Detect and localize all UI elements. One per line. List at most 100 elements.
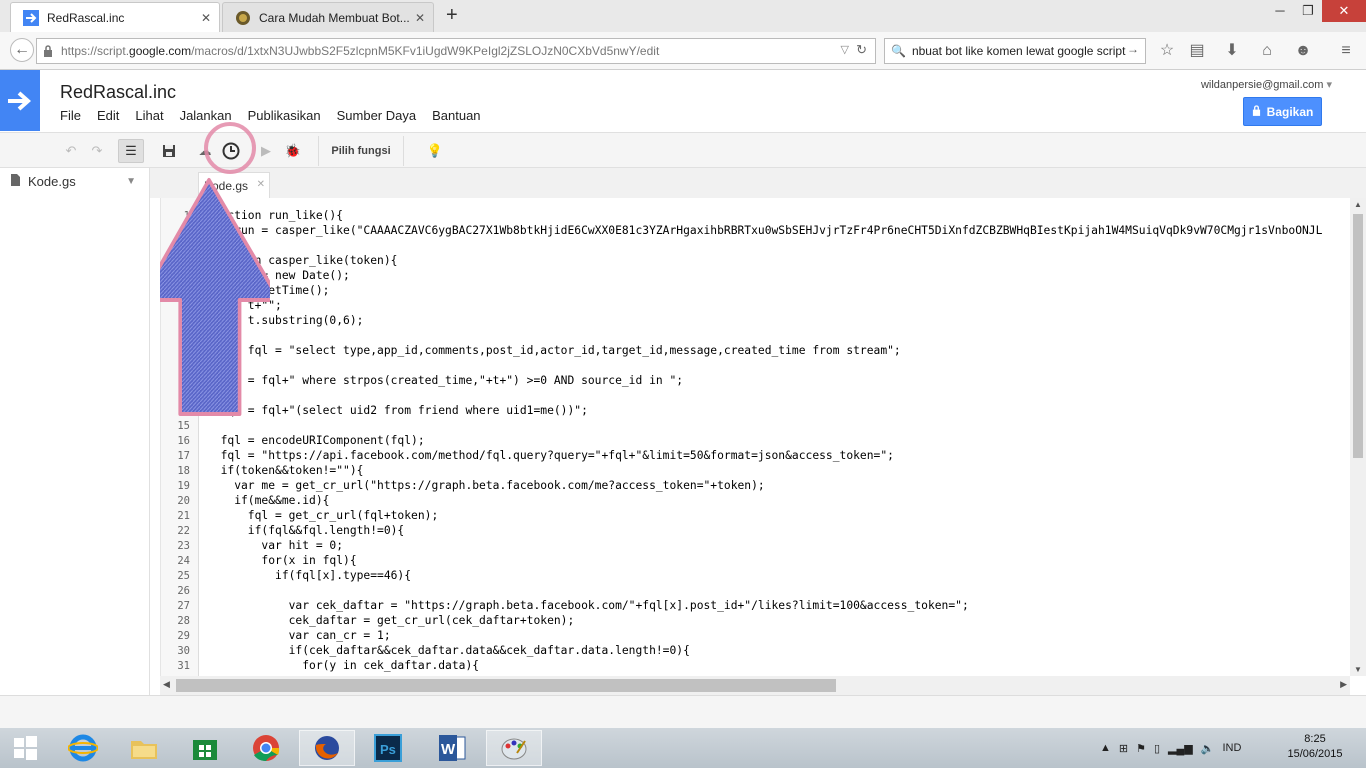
- code-line[interactable]: fql = encodeURIComponent(fql);: [207, 434, 425, 447]
- store-icon[interactable]: [177, 730, 233, 766]
- code-line[interactable]: t = t+"";: [207, 299, 282, 312]
- reload-icon[interactable]: ↻: [856, 42, 867, 58]
- sidebar-file-item[interactable]: Kode.gs ▼: [10, 174, 140, 189]
- redo-icon[interactable]: ↷: [86, 139, 108, 163]
- scroll-down-icon[interactable]: ▼: [1354, 665, 1362, 674]
- code-line[interactable]: t = t.getTime();: [207, 284, 330, 297]
- paint-icon[interactable]: [486, 730, 542, 766]
- bookmark-star-icon[interactable]: ☆: [1157, 41, 1177, 61]
- dropdown-arrow-icon[interactable]: ▽: [841, 43, 849, 56]
- back-arrow-icon[interactable]: ←: [10, 38, 34, 62]
- chrome-icon[interactable]: [238, 730, 294, 766]
- cloud-deploy-icon[interactable]: ☁: [194, 139, 216, 163]
- minimize-icon[interactable]: ─: [1266, 0, 1294, 22]
- code-line[interactable]: if(cek_daftar&&cek_daftar.data&&cek_daft…: [207, 644, 690, 657]
- network-icon[interactable]: ▂▄▆: [1168, 742, 1193, 755]
- home-icon[interactable]: ⌂: [1257, 41, 1277, 61]
- code-line[interactable]: var cek_daftar = "https://graph.beta.fac…: [207, 599, 969, 612]
- menu-file[interactable]: File: [60, 108, 81, 123]
- photoshop-icon[interactable]: Ps: [360, 730, 416, 766]
- code-line[interactable]: var hit = 0;: [207, 539, 343, 552]
- scroll-left-icon[interactable]: ◀: [163, 679, 170, 690]
- undo-icon[interactable]: ↶: [60, 139, 82, 163]
- horizontal-scrollbar[interactable]: ◀ ▶: [160, 676, 1350, 695]
- reading-list-icon[interactable]: ▤: [1187, 41, 1207, 61]
- code-line[interactable]: fql = "https://api.facebook.com/method/f…: [207, 449, 894, 462]
- debug-bug-icon[interactable]: 🐞: [282, 139, 304, 163]
- line-number: 8: [183, 315, 190, 327]
- code-line[interactable]: cek_daftar = get_cr_url(cek_daftar+token…: [207, 614, 575, 627]
- account-email[interactable]: wildanpersie@gmail.com ▾: [1201, 78, 1332, 91]
- search-bar[interactable]: 🔍 nbuat bot like komen lewat google scri…: [884, 38, 1146, 64]
- share-button[interactable]: Bagikan: [1243, 97, 1322, 126]
- start-button[interactable]: [0, 730, 50, 766]
- save-icon[interactable]: [158, 139, 180, 163]
- menu-help[interactable]: Bantuan: [432, 108, 480, 123]
- code-line[interactable]: for(y in cek_daftar.data){: [207, 659, 479, 672]
- code-line[interactable]: var me = get_cr_url("https://graph.beta.…: [207, 479, 765, 492]
- code-line[interactable]: function casper_like(token){: [207, 254, 397, 267]
- input-language[interactable]: IND: [1222, 742, 1241, 754]
- scroll-up-icon[interactable]: ▲: [1354, 200, 1362, 209]
- download-icon[interactable]: ⬇: [1222, 41, 1242, 61]
- code-line[interactable]: var t = new Date();: [207, 269, 350, 282]
- code-line[interactable]: fql = fql+"(select uid2 from friend wher…: [207, 404, 588, 417]
- browser-tab[interactable]: Cara Mudah Membuat Bot... ✕: [222, 2, 434, 32]
- close-tab-icon[interactable]: ✕: [201, 11, 211, 25]
- menu-icon[interactable]: ≡: [1336, 41, 1356, 61]
- vertical-scroll-thumb[interactable]: [1353, 214, 1363, 458]
- close-editor-tab-icon[interactable]: ✕: [257, 179, 265, 190]
- volume-icon[interactable]: 🔈: [1201, 742, 1215, 755]
- indent-toggle-icon[interactable]: ☰: [118, 139, 144, 163]
- menu-edit[interactable]: Edit: [97, 108, 119, 123]
- code-line[interactable]: fql = get_cr_url(fql+token);: [207, 509, 438, 522]
- firefox-icon[interactable]: [299, 730, 355, 766]
- code-line[interactable]: if(token&&token!=""){: [207, 464, 364, 477]
- menu-view[interactable]: Lihat: [135, 108, 163, 123]
- triggers-clock-icon[interactable]: [219, 139, 243, 163]
- file-explorer-icon[interactable]: [116, 730, 172, 766]
- code-editor[interactable]: 1 2 3 4 5 6 7 8 9 10 11 12 13 14 15 16 17 18 19 20 21 22 23 24 2…: [160, 198, 1350, 676]
- menu-publish[interactable]: Publikasikan: [248, 108, 321, 123]
- word-icon[interactable]: W: [424, 730, 480, 766]
- code-line[interactable]: var can_cr = 1;: [207, 629, 391, 642]
- code-line[interactable]: fql = fql+" where strpos(created_time,"+…: [207, 374, 684, 387]
- code-line[interactable]: var fql = "select type,app_id,comments,p…: [207, 344, 901, 357]
- editor-tab-kode-gs[interactable]: Kode.gs ✕: [198, 172, 270, 198]
- code-line[interactable]: if(fql&&fql.length!=0){: [207, 524, 404, 537]
- menu-resources[interactable]: Sumber Daya: [337, 108, 416, 123]
- code-line[interactable]: for(x in fql){: [207, 554, 356, 567]
- battery-icon[interactable]: ▯: [1154, 742, 1160, 755]
- line-number: 27: [177, 600, 190, 612]
- address-bar[interactable]: https://script. google.com /macros/d/1xt…: [36, 38, 876, 64]
- sync-account-icon[interactable]: ☻: [1293, 41, 1313, 61]
- apps-script-logo-icon[interactable]: [0, 70, 40, 131]
- code-line[interactable]: var run = casper_like("CAAAACZAVC6ygBAC2…: [207, 224, 1322, 237]
- close-window-icon[interactable]: ✕: [1322, 0, 1366, 22]
- close-tab-icon[interactable]: ✕: [415, 11, 425, 25]
- system-clock[interactable]: 8:25 15/06/2015: [1280, 732, 1350, 762]
- code-line[interactable]: function run_like(){: [207, 209, 343, 222]
- function-select[interactable]: Pilih fungsi: [318, 136, 404, 166]
- code-line[interactable]: t = t.substring(0,6);: [207, 314, 364, 327]
- lightbulb-icon[interactable]: 💡: [424, 139, 446, 163]
- vertical-scrollbar[interactable]: ▲ ▼: [1350, 198, 1366, 676]
- horizontal-scroll-thumb[interactable]: [176, 679, 836, 692]
- flag-icon[interactable]: ⚑: [1136, 742, 1146, 755]
- project-title[interactable]: RedRascal.inc: [60, 82, 176, 103]
- maximize-icon[interactable]: ❐: [1294, 0, 1322, 22]
- code-line[interactable]: if(fql[x].type==46){: [207, 569, 411, 582]
- scroll-right-icon[interactable]: ▶: [1340, 679, 1347, 690]
- line-number: 14: [177, 405, 190, 417]
- new-tab-icon[interactable]: +: [446, 4, 458, 27]
- code-line[interactable]: if(me&&me.id){: [207, 494, 329, 507]
- browser-tab-title: Cara Mudah Membuat Bot...: [259, 10, 410, 25]
- run-icon[interactable]: ▶: [256, 139, 276, 163]
- show-hidden-icons-icon[interactable]: ▲: [1100, 742, 1111, 754]
- browser-tab-active[interactable]: RedRascal.inc ✕: [10, 2, 220, 32]
- go-arrow-icon[interactable]: →: [1127, 42, 1139, 56]
- internet-explorer-icon[interactable]: [55, 730, 111, 766]
- action-center-icon[interactable]: ⊞: [1119, 742, 1128, 755]
- file-menu-arrow-icon[interactable]: ▼: [126, 176, 136, 187]
- menu-run[interactable]: Jalankan: [180, 108, 232, 123]
